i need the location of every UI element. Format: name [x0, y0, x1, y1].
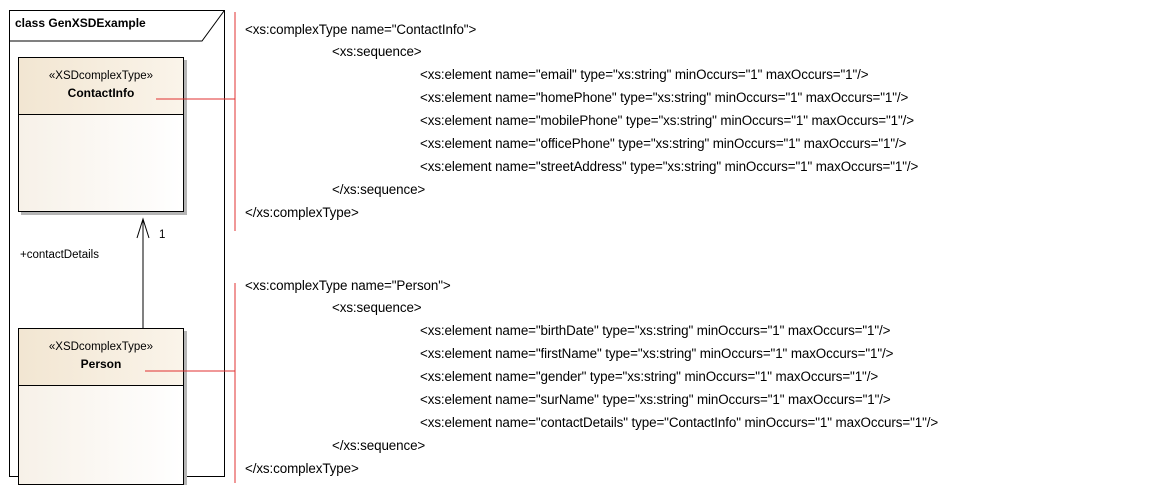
- code-line: <xs:element name="streetAddress" type="x…: [420, 159, 919, 174]
- contactinfo-connector: [156, 12, 236, 231]
- code-line: <xs:element name="contactDetails" type="…: [420, 415, 939, 430]
- code-line: <xs:element name="surName" type="xs:stri…: [420, 392, 891, 407]
- code-line: <xs:element name="mobilePhone" type="xs:…: [420, 113, 915, 128]
- code-line: <xs:element name="firstName" type="xs:st…: [420, 346, 894, 361]
- code-line: <xs:element name="gender" type="xs:strin…: [420, 369, 879, 384]
- code-line: <xs:sequence>: [332, 44, 422, 59]
- code-line: </xs:complexType>: [245, 205, 359, 220]
- code-line: <xs:element name="birthDate" type="xs:st…: [420, 323, 891, 338]
- code-line: <xs:complexType name="Person">: [245, 278, 451, 293]
- code-line: <xs:element name="officePhone" type="xs:…: [420, 136, 907, 151]
- person-connector: [145, 283, 236, 483]
- association-line[interactable]: [136, 217, 150, 328]
- code-line: </xs:sequence>: [332, 182, 426, 197]
- code-line: </xs:complexType>: [245, 461, 359, 476]
- code-line: </xs:sequence>: [332, 438, 426, 453]
- code-line: <xs:complexType name="ContactInfo">: [245, 22, 477, 37]
- code-line: <xs:element name="homePhone" type="xs:st…: [420, 90, 909, 105]
- code-line: <xs:element name="email" type="xs:string…: [420, 67, 869, 82]
- code-line: <xs:sequence>: [332, 300, 422, 315]
